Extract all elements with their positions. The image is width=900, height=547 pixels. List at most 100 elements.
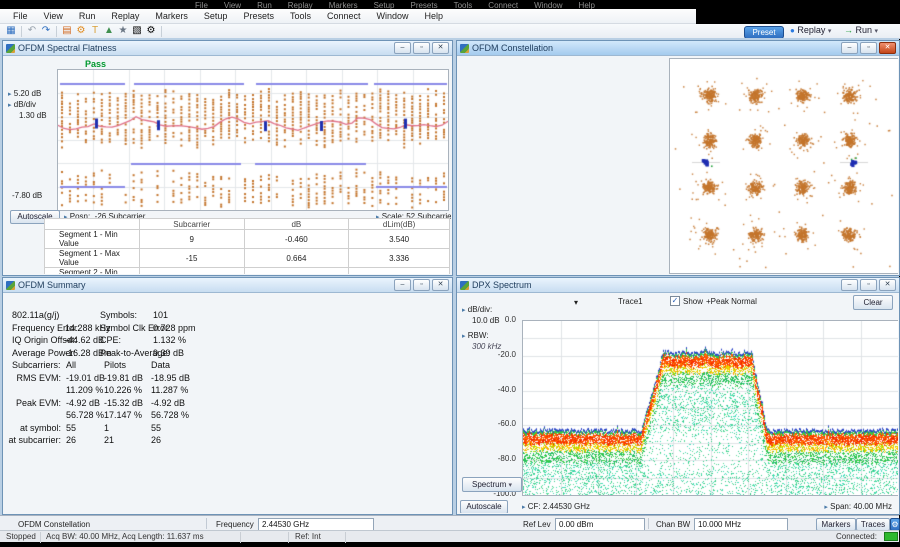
summary-row: RMS EVM:-19.01 dB-19.81 dB-18.95 dB — [12, 373, 447, 385]
display-icon[interactable]: ▤ — [60, 25, 74, 37]
span-control[interactable]: ▸ Span: 40.00 MHz — [824, 502, 892, 511]
minimize-button[interactable]: – — [394, 42, 411, 54]
row-label: Segment 1 - Min Value — [45, 230, 140, 249]
acq-info: Acq BW: 40.00 MHz, Acq Length: 11.637 ms — [46, 532, 204, 541]
autoscale-button[interactable]: Autoscale — [460, 500, 508, 513]
dpx-titlebar[interactable]: DPX Spectrum – ▫ ✕ — [457, 278, 899, 293]
menu-connect[interactable]: Connect — [320, 11, 368, 21]
replay-button[interactable]: ● Replay ▾ — [790, 25, 831, 35]
spectrum-view-dropdown[interactable]: Spectrum ▾ — [462, 477, 522, 492]
show-label[interactable]: Show — [683, 297, 703, 306]
menu-window[interactable]: Window — [370, 11, 416, 21]
divider — [40, 532, 41, 543]
panel-dpx-spectrum: DPX Spectrum – ▫ ✕ ▾ Trace1 ✓ Show +Peak… — [456, 277, 900, 515]
constellation-titlebar[interactable]: OFDM Constellation – ▫ ✕ — [457, 41, 899, 56]
toolbar-separator — [161, 26, 162, 37]
maximize-button[interactable]: ▫ — [413, 42, 430, 54]
summary-row: 11.209 %10.226 %11.287 % — [12, 385, 447, 397]
close-button[interactable]: ✕ — [432, 279, 449, 291]
summary-content: 802.11a(g/j)Symbols:101 Frequency Error:… — [4, 293, 451, 513]
spinner-icon[interactable]: ▸ — [522, 504, 526, 511]
minimize-button[interactable]: – — [841, 279, 858, 291]
header-cell — [45, 219, 140, 230]
trace-dropdown-icon[interactable]: ▾ — [574, 298, 578, 307]
menu-help[interactable]: Help — [418, 11, 451, 21]
menu-run[interactable]: Run — [72, 11, 103, 21]
run-icon: → — [844, 25, 853, 35]
save-icon[interactable]: ▦ — [4, 25, 18, 37]
marker-icon[interactable]: ★ — [116, 25, 130, 37]
divider — [240, 532, 241, 543]
spinner-icon[interactable]: ▸ — [462, 307, 466, 314]
summary-row: 56.728 %17.147 %56.728 % — [12, 410, 447, 422]
spinner-icon[interactable]: ▸ — [824, 504, 828, 511]
menu-markers[interactable]: Markers — [148, 11, 195, 21]
table-row: Segment 1 - Min Value 9 -0.460 3.540 — [45, 230, 450, 249]
status-bar: Stopped Acq BW: 40.00 MHz, Acq Length: 1… — [0, 530, 899, 542]
span-value: 40.00 MHz — [853, 502, 892, 511]
close-button[interactable]: ✕ — [879, 279, 896, 291]
settings-icon[interactable]: ⚙ — [74, 25, 88, 37]
minimize-button[interactable]: – — [841, 42, 858, 54]
cell: 0.664 — [244, 249, 349, 268]
constellation-plot[interactable] — [669, 58, 898, 274]
replay-dropdown-icon[interactable]: ▾ — [828, 28, 832, 35]
table-row: Segment 2 - Min Value 23 -0.387 5.613 — [45, 268, 450, 275]
trace-name[interactable]: Trace1 — [618, 297, 643, 306]
window-icon — [6, 281, 15, 290]
spinner-icon[interactable]: ▸ — [8, 102, 12, 109]
spinner-icon[interactable]: ▸ — [462, 333, 466, 340]
table-row: Segment 1 - Max Value -15 0.664 3.336 — [45, 249, 450, 268]
maximize-button[interactable]: ▫ — [860, 279, 877, 291]
redo-icon[interactable]: ↷ — [39, 25, 53, 37]
panel-title: OFDM Spectral Flatness — [18, 43, 391, 53]
panel-title: DPX Spectrum — [472, 280, 838, 290]
cell: 9 — [139, 230, 244, 249]
connected-label: Connected: — [836, 532, 877, 541]
close-button[interactable]: ✕ — [879, 42, 896, 54]
maximize-button[interactable]: ▫ — [413, 279, 430, 291]
trace-mode-label[interactable]: +Peak Normal — [706, 297, 757, 306]
flatness-plot[interactable] — [57, 69, 449, 211]
options-icon[interactable]: ⚙ — [144, 25, 158, 37]
run-dropdown-icon[interactable]: ▾ — [875, 28, 879, 35]
cell: 23 — [139, 268, 244, 275]
dropdown-icon: ▾ — [508, 482, 512, 489]
maximize-button[interactable]: ▫ — [860, 42, 877, 54]
db-per-div-label[interactable]: ▸ dB/div — [8, 100, 36, 109]
replay-icon: ● — [790, 26, 795, 35]
menu-presets[interactable]: Presets — [236, 11, 281, 21]
menu-view[interactable]: View — [37, 11, 70, 21]
pass-status: Pass — [85, 59, 106, 69]
summary-titlebar[interactable]: OFDM Summary – ▫ ✕ — [3, 278, 452, 293]
summary-row: IQ Origin Offset:-44.62 dBCPE:1.132 % — [12, 335, 447, 347]
trace-icon[interactable]: ▧ — [130, 25, 144, 37]
show-checkbox[interactable]: ✓ — [670, 296, 680, 306]
panel-spectral-flatness: OFDM Spectral Flatness – ▫ ✕ Pass ▸ 5.20… — [2, 40, 453, 276]
panel-title: OFDM Summary — [18, 280, 391, 290]
header-cell: dB — [244, 219, 349, 230]
minimize-button[interactable]: – — [394, 279, 411, 291]
run-button[interactable]: → Run ▾ — [844, 25, 878, 35]
spectral-flatness-titlebar[interactable]: OFDM Spectral Flatness – ▫ ✕ — [3, 41, 452, 56]
tek-t-icon[interactable]: T — [88, 25, 102, 37]
ref-source: Ref: Int — [295, 532, 321, 541]
menu-file[interactable]: File — [6, 11, 35, 21]
scale-top-label[interactable]: ▸ 5.20 dB — [8, 89, 41, 98]
dbdiv-label[interactable]: ▸ dB/div: — [462, 305, 492, 314]
rbw-label[interactable]: ▸ RBW: — [462, 331, 489, 340]
undo-icon[interactable]: ↶ — [25, 25, 39, 37]
menu-tools[interactable]: Tools — [283, 11, 318, 21]
spinner-icon[interactable]: ▸ — [8, 91, 12, 98]
menu-setup[interactable]: Setup — [197, 11, 235, 21]
dpx-plot[interactable] — [522, 320, 898, 496]
clear-button[interactable]: Clear — [853, 295, 893, 310]
divider — [206, 518, 207, 529]
trigger-icon[interactable]: ▲ — [102, 25, 116, 37]
close-button[interactable]: ✕ — [432, 42, 449, 54]
chan-bw-label: Chan BW — [656, 520, 690, 529]
menu-replay[interactable]: Replay — [104, 11, 146, 21]
cf-control[interactable]: ▸ CF: 2.44530 GHz — [522, 502, 590, 511]
cell: 3.336 — [349, 249, 450, 268]
header-cell: dLim(dB) — [349, 219, 450, 230]
